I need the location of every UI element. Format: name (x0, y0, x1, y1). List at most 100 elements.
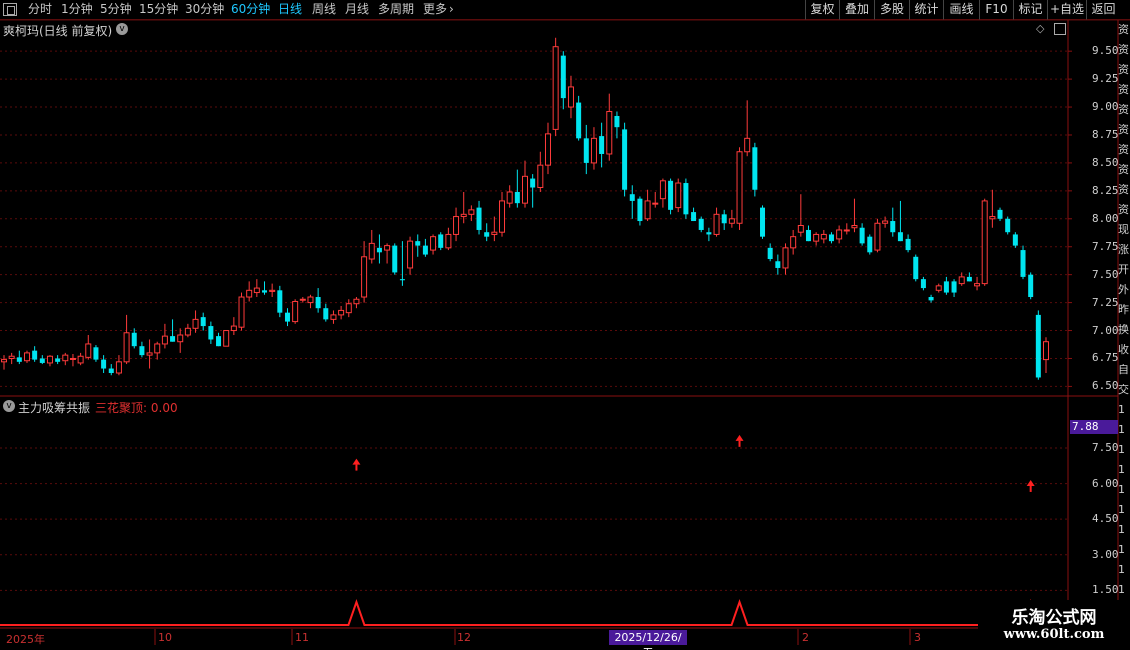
price-tick-label: 7.75 (1092, 239, 1119, 253)
candle-up (269, 283, 276, 298)
candle-down (55, 355, 61, 365)
candle-down (560, 51, 566, 110)
candle-up (537, 151, 544, 192)
candle-down (760, 205, 766, 239)
candle-body (683, 183, 689, 215)
indicator-menu-icon[interactable]: v (3, 400, 15, 412)
candle-body (55, 358, 61, 362)
sidebar-label: 资 (1118, 144, 1129, 156)
candle-body (614, 115, 620, 128)
candle-body (192, 318, 199, 329)
sidebar-label: 1 (1118, 464, 1125, 476)
candle-body (905, 238, 911, 251)
sidebar-label: 1 (1118, 404, 1125, 416)
candle-body (230, 325, 237, 332)
sidebar-label: 资 (1118, 64, 1129, 76)
diamond-icon[interactable]: ◇ (1036, 22, 1044, 35)
sidebar-label: 资 (1118, 124, 1129, 136)
arrow-head (735, 434, 744, 441)
panel-toggle-icon[interactable] (1054, 23, 1066, 35)
candle-body (161, 335, 168, 345)
candle-up (8, 352, 15, 365)
candle-body (484, 232, 490, 237)
date-label-dec: 12 (457, 631, 471, 644)
candle-body (782, 247, 789, 269)
candle-down (484, 223, 490, 242)
sidebar-label: 1 (1118, 564, 1125, 576)
candle-up (468, 205, 475, 222)
candle-body (445, 233, 452, 249)
candle-down (1012, 232, 1018, 248)
candle-up (23, 350, 30, 363)
candle-body (345, 303, 352, 314)
candle-down (1028, 272, 1034, 300)
date-label-feb: 2 (802, 631, 809, 644)
candle-body (246, 289, 253, 298)
indicator-tick-label: 7.50 (1092, 440, 1119, 454)
candle-body (797, 224, 804, 233)
candle-body (851, 224, 858, 229)
candle-body (376, 247, 382, 253)
crosshair-date: 2025/12/26/五 (609, 630, 687, 650)
sidebar-label: 资 (1118, 164, 1129, 176)
candle-up (62, 352, 69, 366)
candle-body (430, 236, 437, 251)
candle-body (422, 245, 428, 255)
candle-body (813, 233, 820, 242)
candle-up (46, 355, 53, 367)
candle-down (39, 355, 45, 365)
date-label-nov: 11 (295, 631, 309, 644)
candle-body (882, 220, 889, 224)
date-label-year: 2025年 (6, 633, 45, 646)
candle-body (974, 283, 981, 287)
candle-down (16, 350, 22, 365)
candle-up (744, 100, 751, 157)
candle-body (951, 281, 957, 293)
candle-down (583, 124, 589, 175)
candle-up (782, 243, 789, 275)
candle-up (851, 198, 858, 233)
candle-body (46, 355, 53, 364)
candle-body (453, 216, 460, 235)
sidebar-label: 资 (1118, 24, 1129, 36)
candle-body (637, 198, 643, 222)
candle-body (530, 178, 536, 188)
candle-body (668, 180, 674, 210)
candle-body (238, 296, 245, 328)
candle-down (576, 95, 582, 141)
indicator-series-label: 三花聚顶: 0.00 (95, 401, 178, 415)
candle-body (790, 236, 797, 249)
candle-body (760, 207, 766, 237)
candle-body (981, 200, 988, 285)
candle-up (675, 178, 682, 213)
candle-body (537, 164, 544, 189)
candle-body (843, 229, 850, 232)
candle-up (307, 294, 314, 309)
chevron-down-icon[interactable]: v (116, 23, 128, 35)
candle-down (943, 276, 949, 295)
candle-body (101, 359, 107, 369)
candle-body (1020, 250, 1026, 277)
candle-up (85, 335, 92, 360)
candle-down (284, 308, 290, 327)
candle-up (506, 185, 513, 208)
candle-body (323, 308, 329, 320)
candle-body (392, 245, 398, 273)
signal-arrow (352, 458, 361, 471)
candle-body (913, 256, 919, 280)
chart-canvas[interactable] (0, 0, 1130, 650)
candle-down (966, 272, 972, 282)
candle-up (958, 272, 965, 286)
candle-up (713, 207, 720, 237)
candle-body (560, 55, 566, 99)
candle-down (392, 243, 398, 275)
candle-body (836, 229, 843, 240)
sidebar-label: 1 (1118, 484, 1125, 496)
candle-body (115, 361, 122, 374)
candle-body (184, 327, 191, 336)
candle-up (974, 276, 981, 291)
watermark-url: www.60lt.com (1003, 627, 1105, 642)
candle-body (284, 312, 290, 322)
candle-down (629, 185, 635, 219)
candle-body (468, 209, 475, 215)
